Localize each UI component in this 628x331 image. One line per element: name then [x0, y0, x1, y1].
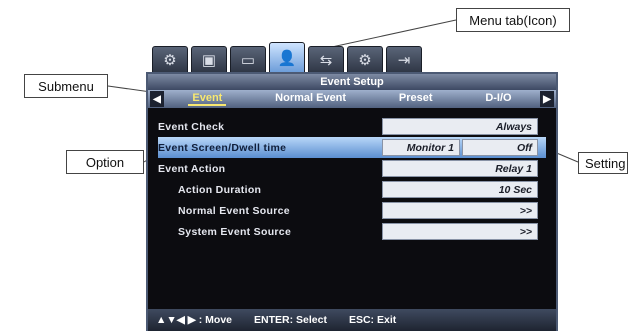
menu-tab-callout: Menu tab(Icon)	[456, 8, 570, 32]
option-label: Normal Event Source	[178, 204, 290, 217]
submenu-next-arrow-icon[interactable]: ▶	[540, 91, 554, 107]
option-callout: Option	[66, 150, 144, 174]
options-list: Event Check Always Event Screen/Dwell ti…	[158, 116, 546, 242]
tab-event-settings-icon[interactable]: ⚙	[347, 46, 383, 74]
submenu-callout: Submenu	[24, 74, 108, 98]
option-label: Event Check	[158, 120, 225, 133]
submenu-bar: ◀ Event Normal Event Preset D-I/O ▶	[148, 90, 556, 108]
option-row-event-action[interactable]: Event Action Relay 1	[158, 158, 546, 179]
submenu-item-dio[interactable]: D-I/O	[481, 92, 515, 106]
option-row-event-check[interactable]: Event Check Always	[158, 116, 546, 137]
option-row-action-duration[interactable]: Action Duration 10 Sec	[158, 179, 546, 200]
submenu-item-preset[interactable]: Preset	[395, 92, 437, 106]
option-row-normal-event-source[interactable]: Normal Event Source >>	[158, 200, 546, 221]
option-label: System Event Source	[178, 225, 292, 238]
help-select: ENTER: Select	[254, 314, 327, 326]
setting-value-dwell[interactable]: Off	[462, 139, 538, 156]
submenu-prev-arrow-icon[interactable]: ◀	[150, 91, 164, 107]
option-label: Action Duration	[178, 183, 262, 196]
submenu-item-normal-event[interactable]: Normal Event	[271, 92, 350, 106]
setting-value[interactable]: >>	[382, 202, 538, 219]
tab-exit-icon[interactable]: ⇥	[386, 46, 422, 74]
key-help-bar: ▲▼◀ ▶ : Move ENTER: Select ESC: Exit	[148, 309, 556, 331]
tab-monitor-icon[interactable]: ▣	[191, 46, 227, 74]
tab-gear-icon[interactable]: ⚙	[152, 46, 188, 74]
menu-tab-bar: ⚙ ▣ ▭ 👤 ⇆ ⚙ ⇥	[152, 42, 462, 74]
tab-user-icon[interactable]: 👤	[269, 42, 305, 74]
setting-value-monitor[interactable]: Monitor 1	[382, 139, 460, 156]
tab-hdd-icon[interactable]: ▭	[230, 46, 266, 74]
setting-value[interactable]: Always	[382, 118, 538, 135]
help-exit: ESC: Exit	[348, 314, 397, 326]
tab-network-icon[interactable]: ⇆	[308, 46, 344, 74]
setting-value[interactable]: Relay 1	[382, 160, 538, 177]
setting-callout: Setting	[578, 152, 628, 174]
option-label: Event Action	[158, 162, 226, 175]
submenu-item-event[interactable]: Event	[188, 92, 227, 106]
option-label: Event Screen/Dwell time	[158, 141, 287, 154]
setting-value[interactable]: >>	[382, 223, 538, 240]
panel-title: Event Setup	[148, 74, 556, 90]
setting-value[interactable]: 10 Sec	[382, 181, 538, 198]
option-row-system-event-source[interactable]: System Event Source >>	[158, 221, 546, 242]
option-row-event-screen-dwell[interactable]: Event Screen/Dwell time Monitor 1 Off	[158, 137, 546, 158]
event-setup-panel: Event Setup ◀ Event Normal Event Preset …	[146, 72, 558, 331]
help-move: ▲▼◀ ▶ : Move	[156, 314, 233, 326]
